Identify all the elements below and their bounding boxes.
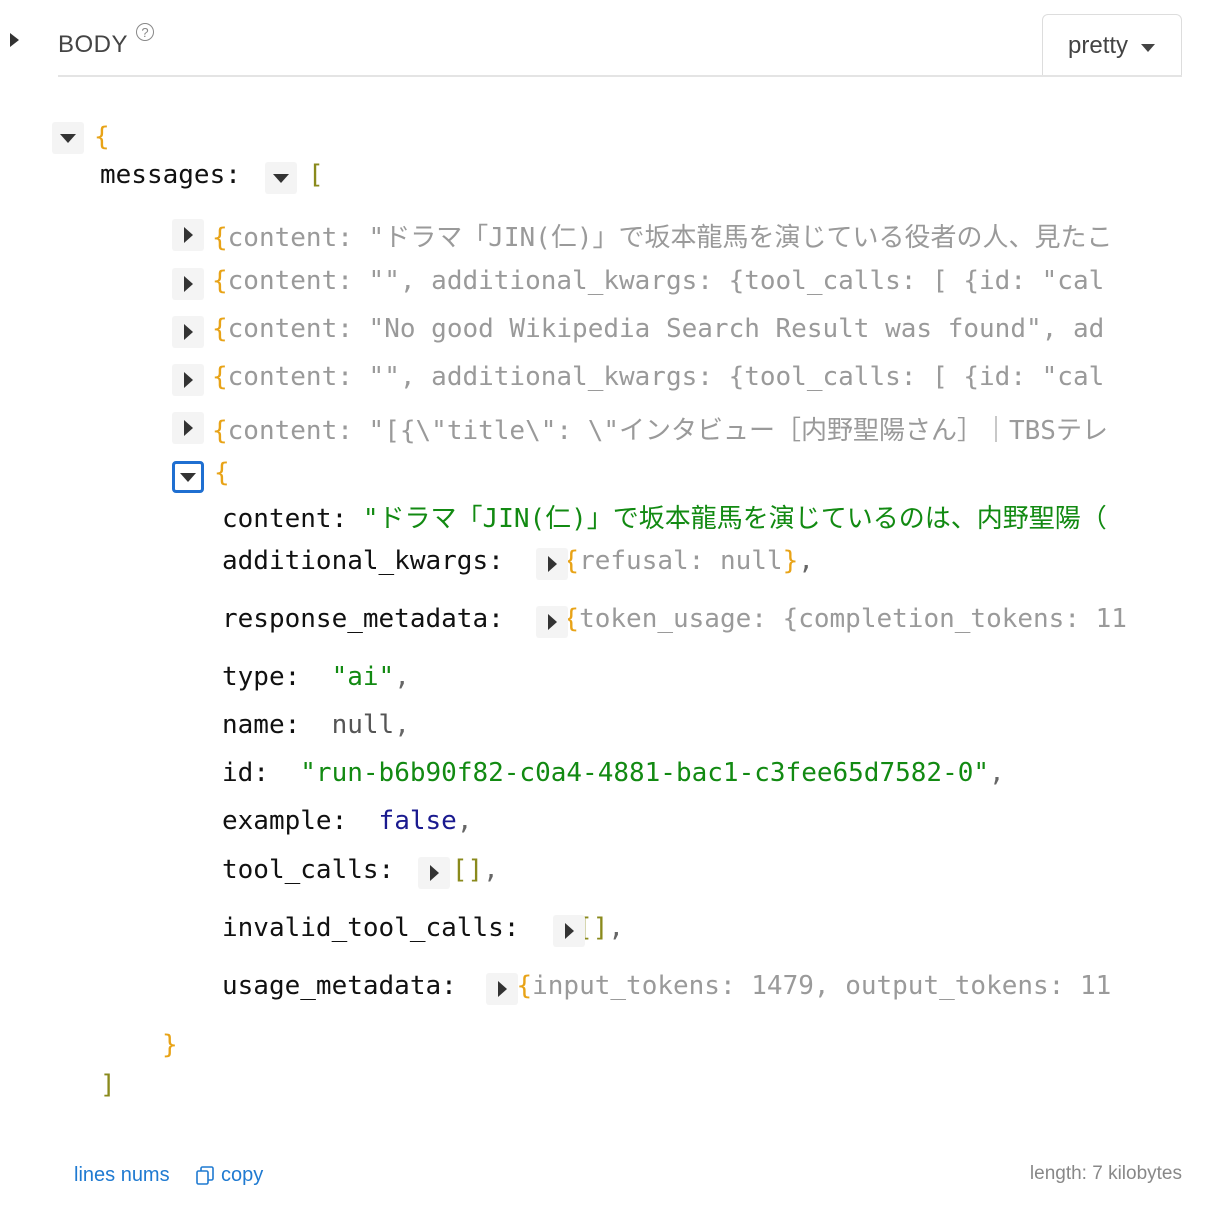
header-divider xyxy=(58,75,1182,77)
caret-right-icon xyxy=(430,865,439,881)
message-2-toggle[interactable] xyxy=(172,316,204,348)
copy-link[interactable]: copy xyxy=(221,1164,263,1187)
message-0-preview: {content: "ドラマ「JIN(仁)」で坂本龍馬を演じている役者の人、見た… xyxy=(212,223,1113,253)
messages-toggle[interactable] xyxy=(265,162,297,194)
message-0-toggle[interactable] xyxy=(172,219,204,251)
caret-down-icon xyxy=(273,174,289,183)
messages-array-open: [ xyxy=(308,160,324,190)
additional-kwargs-preview: refusal: null xyxy=(579,546,783,576)
format-dropdown[interactable]: pretty xyxy=(1042,14,1182,76)
message-5-open-brace: { xyxy=(214,458,230,488)
message-5-close-brace: } xyxy=(162,1030,178,1060)
message-2-preview: {content: "No good Wikipedia Search Resu… xyxy=(212,314,1105,344)
message-1-preview: {content: "", additional_kwargs: {tool_c… xyxy=(212,266,1105,296)
help-icon[interactable]: ? xyxy=(136,23,154,41)
caret-right-icon xyxy=(184,227,193,243)
format-dropdown-label: pretty xyxy=(1068,32,1129,59)
usage-metadata-row: usage_metadata: {input_tokens: 1479, out… xyxy=(222,971,1112,1001)
tool-calls-toggle[interactable] xyxy=(418,857,450,889)
content-value: "ドラマ「JIN(仁)」で坂本龍馬を演じているのは、内野聖陽（ xyxy=(362,504,1107,534)
response-metadata-toggle[interactable] xyxy=(536,606,568,638)
root-open-brace: { xyxy=(94,122,110,152)
messages-array-close: ] xyxy=(100,1070,116,1100)
message-3-toggle[interactable] xyxy=(172,364,204,396)
id-value: "run-b6b90f82-c0a4-4881-bac1-c3fee65d758… xyxy=(300,758,990,788)
content-row: content: "ドラマ「JIN(仁)」で坂本龍馬を演じているのは、内野聖陽（ xyxy=(222,504,1107,534)
messages-key: messages xyxy=(100,160,226,190)
type-value: "ai" xyxy=(331,662,395,692)
message-1-toggle[interactable] xyxy=(172,268,204,300)
caret-down-icon xyxy=(60,134,76,143)
name-row: name: null, xyxy=(222,710,410,740)
invalid-tool-calls-toggle[interactable] xyxy=(553,915,585,947)
type-row: type: "ai", xyxy=(222,662,410,692)
copy-icon[interactable] xyxy=(196,1166,214,1186)
caret-down-icon xyxy=(180,473,196,482)
usage-metadata-toggle[interactable] xyxy=(486,973,518,1005)
caret-right-icon xyxy=(184,420,193,436)
caret-right-icon xyxy=(548,556,557,572)
body-length: length: 7 kilobytes xyxy=(1029,1163,1182,1184)
additional-kwargs-key: additional_kwargs xyxy=(222,546,489,576)
name-value: null xyxy=(331,710,395,740)
id-row: id: "run-b6b90f82-c0a4-4881-bac1-c3fee65… xyxy=(222,758,1005,788)
tool-calls-value: [] xyxy=(451,855,484,885)
example-value: false xyxy=(378,806,457,836)
chevron-down-icon xyxy=(1141,44,1155,52)
caret-right-icon xyxy=(184,276,193,292)
caret-right-icon xyxy=(498,981,507,997)
message-4-toggle[interactable] xyxy=(172,412,204,444)
additional-kwargs-row: additional_kwargs: {refusal: null}, xyxy=(222,546,814,576)
line-numbers-link[interactable]: lines nums xyxy=(74,1164,170,1187)
response-metadata-row: response_metadata: {token_usage: {comple… xyxy=(222,604,1127,634)
example-row: example: false, xyxy=(222,806,473,836)
response-metadata-key: response_metadata xyxy=(222,604,489,634)
message-4-preview: {content: "[{\"title\": \"インタビュー［内野聖陽さん］… xyxy=(212,416,1108,446)
message-3-preview: {content: "", additional_kwargs: {tool_c… xyxy=(212,362,1105,392)
response-metadata-preview: token_usage: {completion_tokens: 11 xyxy=(579,604,1127,634)
additional-kwargs-toggle[interactable] xyxy=(536,548,568,580)
root-toggle[interactable] xyxy=(52,122,84,154)
messages-key-row: messages: xyxy=(100,160,257,190)
caret-right-icon xyxy=(565,923,574,939)
caret-right-icon xyxy=(184,372,193,388)
body-section-toggle[interactable] xyxy=(10,33,19,47)
usage-metadata-preview: input_tokens: 1479, output_tokens: 11 xyxy=(532,971,1112,1001)
caret-right-icon xyxy=(548,614,557,630)
content-key: content xyxy=(222,504,332,534)
body-section-title: BODY xyxy=(58,31,129,58)
tool-calls-row: tool_calls: [], xyxy=(222,855,499,885)
message-5-toggle[interactable] xyxy=(172,461,204,493)
caret-right-icon xyxy=(184,324,193,340)
